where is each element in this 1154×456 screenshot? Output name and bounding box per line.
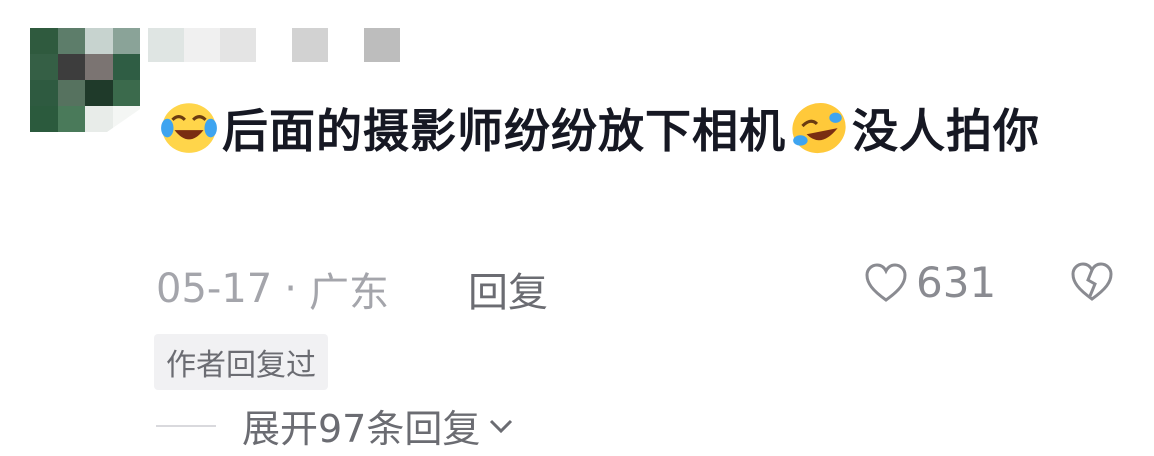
comment-meta: 05-17 · 广东 — [156, 260, 389, 318]
expand-replies-label: 展开97条回复 — [242, 407, 481, 451]
laughing-tears-emoji-icon — [161, 103, 217, 153]
comment-text: 后面的摄影师纷纷放下相机 没人拍你 — [156, 93, 1106, 169]
chevron-down-icon — [490, 419, 513, 433]
rolling-laughing-emoji-icon — [792, 103, 846, 154]
broken-heart-icon — [1071, 262, 1113, 301]
expand-replies-button[interactable]: 展开97条回复 — [156, 398, 514, 453]
comment-location: 广东 — [308, 270, 389, 316]
expand-divider — [156, 424, 216, 427]
comment-text-tail: 没人拍你 — [852, 104, 1040, 158]
avatar[interactable] — [30, 28, 140, 132]
dislike-button[interactable] — [1070, 262, 1114, 306]
heart-outline-icon — [865, 262, 907, 302]
like-count: 631 — [916, 258, 997, 307]
like-button[interactable]: 631 — [864, 258, 996, 307]
meta-separator: · — [284, 266, 297, 312]
comment-text-main: 后面的摄影师纷纷放下相机 — [222, 104, 786, 158]
author-replied-badge: 作者回复过 — [154, 334, 328, 390]
reply-button[interactable]: 回复 — [468, 260, 548, 318]
comment-date: 05-17 — [156, 266, 273, 312]
username-blurred[interactable] — [148, 28, 400, 62]
